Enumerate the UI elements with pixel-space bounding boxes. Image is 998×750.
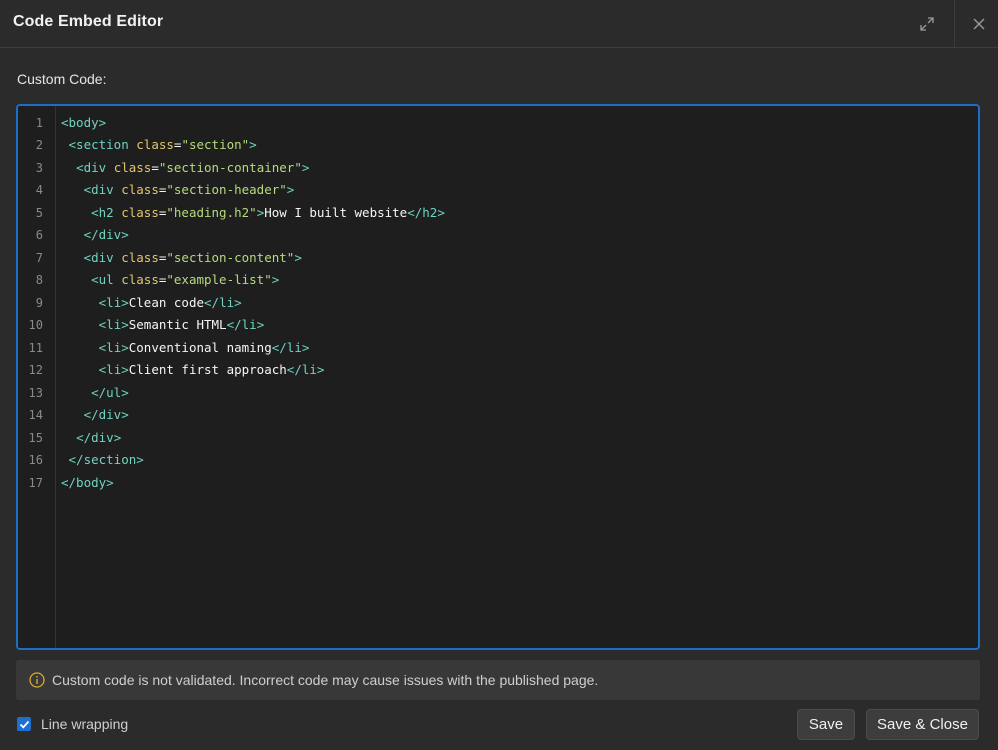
code-line[interactable]: <body> <box>61 112 106 135</box>
line-number: 10 <box>28 318 43 332</box>
line-number: 12 <box>28 363 43 377</box>
line-number-gutter: 1 2 3 4 5 6 7 8 9 10 11 12 13 14 15 16 17 <box>18 106 56 648</box>
checkmark-icon <box>19 720 29 729</box>
code-line[interactable]: <li>Clean code</li> <box>61 292 242 315</box>
code-line[interactable]: <section class="section"> <box>61 134 257 157</box>
code-line[interactable]: <div class="section-container"> <box>61 157 309 180</box>
line-number: 6 <box>35 228 43 242</box>
code-editor[interactable]: 1 2 3 4 5 6 7 8 9 10 11 12 13 14 15 16 17 <body> <sectio… <box>16 104 980 650</box>
line-number: 7 <box>35 250 43 265</box>
line-wrapping-toggle[interactable]: Line wrapping <box>17 716 128 732</box>
line-number: 4 <box>35 183 43 197</box>
notice-text: Custom code is not validated. Incorrect … <box>52 672 599 688</box>
code-line[interactable]: <div class="section-header"> <box>61 179 295 202</box>
dialog-header: Code Embed Editor <box>0 0 998 48</box>
close-button[interactable] <box>954 0 998 47</box>
line-number: 8 <box>35 273 43 287</box>
expand-button[interactable] <box>903 0 951 47</box>
line-number: 11 <box>28 340 43 355</box>
expand-icon <box>920 16 934 31</box>
line-number: 9 <box>35 295 43 310</box>
line-number: 1 <box>35 115 43 130</box>
info-icon <box>29 672 45 688</box>
close-icon <box>973 18 985 29</box>
dialog-title: Code Embed Editor <box>13 13 164 30</box>
code-line[interactable]: </div> <box>61 404 129 427</box>
line-wrapping-label: Line wrapping <box>41 716 129 732</box>
code-line[interactable]: <li>Semantic HTML</li> <box>61 314 265 337</box>
line-number: 2 <box>35 138 43 152</box>
code-line[interactable]: </div> <box>61 427 121 450</box>
line-number: 14 <box>28 408 43 422</box>
code-line[interactable]: </body> <box>61 472 114 495</box>
line-number: 17 <box>28 475 43 490</box>
validation-notice: Custom code is not validated. Incorrect … <box>16 660 980 700</box>
code-line[interactable]: </div> <box>61 224 129 247</box>
save-button[interactable]: Save <box>797 709 855 740</box>
code-line[interactable]: <li>Client first approach</li> <box>61 359 325 382</box>
save-and-close-button[interactable]: Save & Close <box>866 709 979 740</box>
code-line[interactable]: </ul> <box>61 382 129 405</box>
line-number: 16 <box>28 453 43 467</box>
line-number: 13 <box>28 385 43 400</box>
code-line[interactable]: <ul class="example-list"> <box>61 269 279 292</box>
line-wrapping-checkbox[interactable] <box>17 717 31 731</box>
code-line[interactable]: <li>Conventional naming</li> <box>61 337 310 360</box>
code-line[interactable]: <h2 class="heading.h2">How I built websi… <box>61 202 445 225</box>
code-line[interactable]: <div class="section-content"> <box>61 247 302 270</box>
line-number: 15 <box>28 430 43 445</box>
code-line[interactable]: </section> <box>61 449 144 472</box>
line-number: 5 <box>35 205 43 220</box>
line-number: 3 <box>35 160 43 175</box>
custom-code-label: Custom Code: <box>17 71 107 87</box>
